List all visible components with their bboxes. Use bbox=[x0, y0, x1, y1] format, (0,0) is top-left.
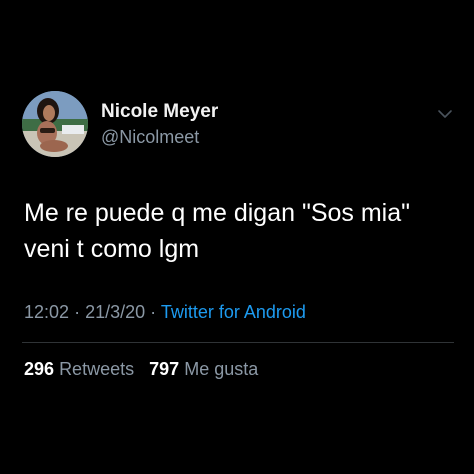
likes-stat[interactable]: 797 Me gusta bbox=[149, 359, 258, 379]
retweets-stat[interactable]: 296 Retweets bbox=[24, 359, 139, 379]
tweet-card: Nicole Meyer @Nicolmeet Me re puede q me… bbox=[0, 0, 474, 474]
likes-count: 797 bbox=[149, 359, 180, 379]
avatar[interactable] bbox=[22, 91, 88, 157]
tweet-text-line: Me re puede q me digan "Sos mia" bbox=[24, 199, 411, 227]
divider bbox=[22, 342, 454, 343]
likes-label: Me gusta bbox=[184, 359, 259, 379]
display-name[interactable]: Nicole Meyer bbox=[101, 101, 218, 123]
avatar-photo-icon bbox=[22, 91, 88, 157]
meta-separator: · bbox=[74, 302, 81, 322]
retweets-count: 296 bbox=[24, 359, 55, 379]
user-handle[interactable]: @Nicolmeet bbox=[101, 127, 199, 148]
tweet-source-link[interactable]: Twitter for Android bbox=[161, 302, 306, 322]
engagement-stats: 296 Retweets 797 Me gusta bbox=[24, 359, 258, 380]
chevron-down-icon[interactable] bbox=[437, 108, 453, 120]
tweet-date[interactable]: 21/3/20 bbox=[85, 302, 145, 322]
tweet-time[interactable]: 12:02 bbox=[24, 302, 69, 322]
tweet-text-line: veni t como lgm bbox=[24, 235, 200, 263]
meta-separator: · bbox=[150, 302, 157, 322]
retweets-label: Retweets bbox=[59, 359, 135, 379]
tweet-text: Me re puede q me digan "Sos mia" veni t … bbox=[24, 195, 454, 267]
tweet-meta: 12:02 · 21/3/20 · Twitter for Android bbox=[24, 302, 306, 323]
